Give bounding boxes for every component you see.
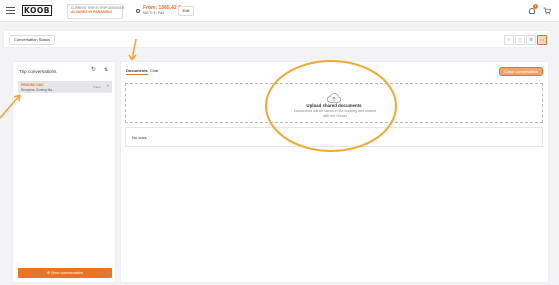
conversation-status: PENDING DMC	[21, 82, 44, 87]
cart-icon[interactable]	[543, 7, 551, 15]
close-conversation-button[interactable]: Close conversation	[499, 67, 543, 76]
no-docs-text: No docs	[132, 135, 147, 140]
trip-name: ALVAREZ IN PANAMINO	[71, 10, 113, 14]
app-root: KOOB CURRENT TRIP IN TRIP DESIGNER ALVAR…	[0, 0, 559, 285]
settings-view-icon[interactable]: ⚙	[526, 35, 536, 45]
conversation-tabs: Documents Chat	[126, 68, 158, 75]
new-conversation-label: New conversation	[51, 270, 84, 275]
koob-logo[interactable]: KOOB	[22, 5, 52, 16]
trip-conversations-title: Trip conversations	[19, 69, 57, 74]
conversation-description: Revoplus: Closing Ma...	[21, 87, 55, 92]
refresh-icon[interactable]: ↻	[91, 67, 96, 73]
list-view-icon[interactable]: ≡	[504, 35, 514, 45]
tab-chat[interactable]: Chat	[150, 68, 158, 75]
sort-icon[interactable]: ⇅	[104, 67, 108, 73]
upload-description: Documents will be saved in the booking a…	[293, 109, 377, 118]
new-conversation-button[interactable]: ⊕ New conversation	[18, 268, 112, 278]
globe-icon	[136, 9, 140, 13]
upload-dropzone[interactable]: Upload shared documents Documents will b…	[125, 83, 543, 123]
conversation-item[interactable]: PENDING DMC Revoplus: Closing Ma... Tran…	[18, 81, 112, 93]
conversation-status-button[interactable]: Conversation Status	[9, 35, 56, 45]
trip-conversations-panel: Trip conversations ↻ ⇅ PENDING DMC Revop…	[12, 61, 116, 283]
documents-list: No docs	[125, 127, 543, 147]
chevron-right-icon: ›	[107, 83, 109, 89]
hamburger-menu-icon[interactable]	[6, 7, 15, 14]
top-header: KOOB CURRENT TRIP IN TRIP DESIGNER ALVAR…	[0, 0, 559, 22]
notification-badge: 1	[533, 4, 538, 9]
cloud-upload-icon	[326, 90, 342, 103]
upload-title: Upload shared documents	[306, 103, 362, 108]
conversation-status-bar: Conversation Status ≡ ▢ ⚙ ▭	[3, 30, 551, 48]
conversation-detail-panel: Documents Chat Close conversation Upload…	[120, 61, 549, 283]
calendar-view-icon[interactable]: ▢	[515, 35, 525, 45]
current-trip-box[interactable]: CURRENT TRIP IN TRIP DESIGNER ALVAREZ IN…	[67, 4, 124, 19]
edit-trip-button[interactable]: Edit	[178, 6, 194, 16]
tab-documents[interactable]: Documents	[126, 68, 148, 75]
conversation-time: Trans	[93, 85, 101, 89]
chat-view-icon[interactable]: ▭	[537, 35, 547, 45]
view-switcher: ≡ ▢ ⚙ ▭	[504, 35, 547, 45]
trip-price-per-pax: 940,71 € / PAX	[143, 11, 165, 15]
